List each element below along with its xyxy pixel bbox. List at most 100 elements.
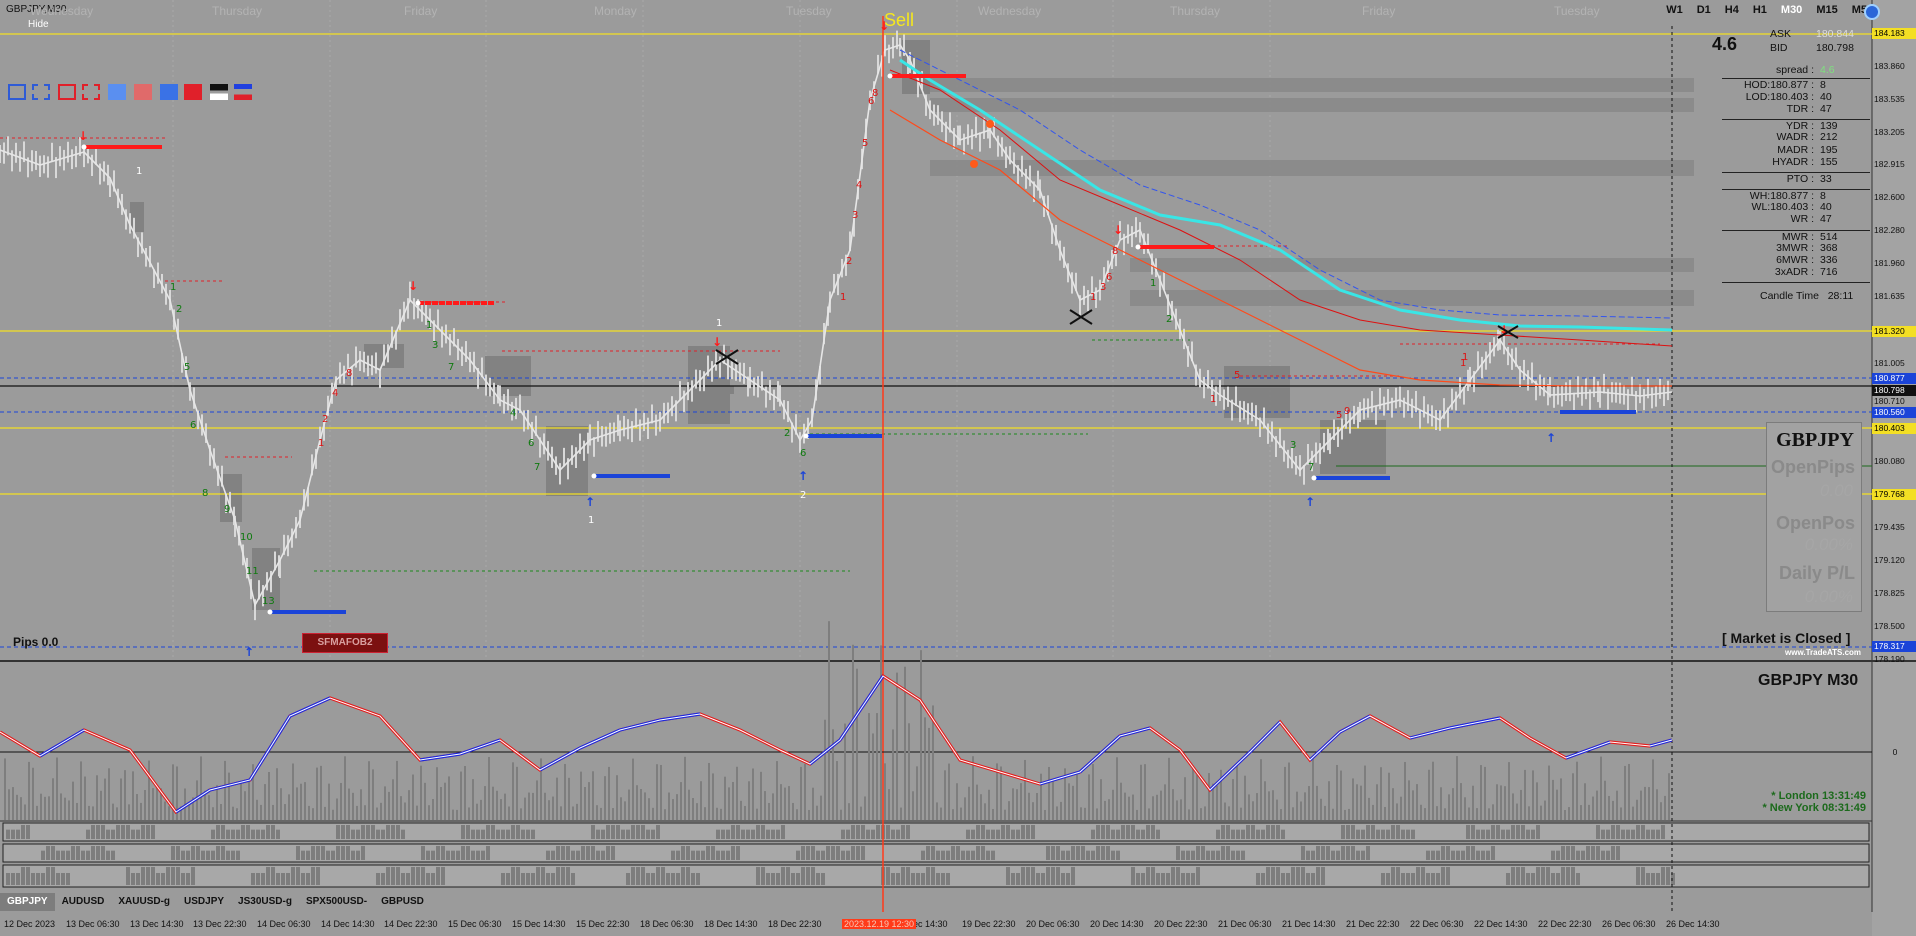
strip-bar xyxy=(1556,873,1560,885)
palette-swatch-blue[interactable] xyxy=(160,84,178,100)
volume-bar xyxy=(840,809,842,820)
volume-bar xyxy=(424,782,426,820)
strip-bar xyxy=(1251,825,1255,839)
strip-bar xyxy=(371,825,375,839)
palette-swatch-red-outline[interactable] xyxy=(58,84,76,100)
palette-swatch-light-blue[interactable] xyxy=(108,84,126,100)
volume-bar xyxy=(1644,786,1646,820)
tf-h1[interactable]: H1 xyxy=(1746,2,1774,20)
strip-bar xyxy=(1136,873,1140,885)
tf-d1[interactable]: D1 xyxy=(1690,2,1718,20)
strip-bar xyxy=(861,846,865,860)
strip-bar xyxy=(1091,829,1095,839)
volume-bar xyxy=(628,789,630,820)
strip-bar xyxy=(266,867,270,885)
strip-bar xyxy=(1341,825,1345,839)
palette-swatch-black-white[interactable] xyxy=(210,84,228,100)
strip-bar xyxy=(1571,846,1575,860)
strip-bar xyxy=(521,873,525,885)
tf-h4[interactable]: H4 xyxy=(1718,2,1746,20)
volume-bar xyxy=(1588,804,1590,820)
svg-text:↑: ↑ xyxy=(1546,431,1556,445)
count-label: 4 xyxy=(856,180,862,191)
price-axis-label: 178.500 xyxy=(1874,621,1905,631)
volume-bar xyxy=(1208,773,1210,820)
strip-bar xyxy=(1241,829,1245,839)
palette-swatch-red[interactable] xyxy=(184,84,202,100)
strip-bar xyxy=(776,873,780,885)
volume-bar xyxy=(924,717,926,820)
strip-bar xyxy=(681,867,685,885)
strip-bar xyxy=(236,829,240,839)
strip-bar xyxy=(221,825,225,839)
strip-bar xyxy=(1511,867,1515,885)
strip-bar xyxy=(566,867,570,885)
strip-bar xyxy=(1551,850,1555,860)
volume-bar xyxy=(1000,766,1002,820)
strip-bar xyxy=(1041,873,1045,885)
count-label: 8 xyxy=(202,488,208,499)
strip-bar xyxy=(216,846,220,860)
settings-icon[interactable] xyxy=(1864,4,1880,20)
volume-bar xyxy=(1500,785,1502,820)
volume-bar xyxy=(348,788,350,820)
volume-bar xyxy=(456,809,458,820)
tf-w1[interactable]: W1 xyxy=(1659,2,1690,20)
strip-bar xyxy=(856,825,860,839)
symbol-tab-xauusd[interactable]: XAUUSD-g xyxy=(111,893,177,911)
symbol-tab-spx500usd[interactable]: SPX500USD- xyxy=(299,893,374,911)
volume-bar xyxy=(772,793,774,820)
strip-bar xyxy=(851,846,855,860)
count-label: 1 xyxy=(1210,394,1216,405)
price-axis-label: 182.915 xyxy=(1874,159,1905,169)
tf-m15[interactable]: M15 xyxy=(1809,2,1844,20)
palette-swatch-light-red[interactable] xyxy=(134,84,152,100)
volume-bar xyxy=(780,784,782,820)
strip-bar xyxy=(1151,825,1155,839)
volume-bar xyxy=(1480,765,1482,820)
strip-bar xyxy=(961,850,965,860)
tf-m30[interactable]: M30 xyxy=(1774,2,1809,20)
price-axis-label: 178.825 xyxy=(1874,588,1905,598)
strip-bar xyxy=(386,825,390,839)
count-label: 6 xyxy=(190,420,196,431)
volume-bar xyxy=(740,800,742,820)
strip-bar xyxy=(1281,873,1285,885)
symbol-tab-usdjpy[interactable]: USDJPY xyxy=(177,893,231,911)
chart-window[interactable]: ↓ ↓ ↓ ↓ ↓ ↓ ↑ ↑ ↑ ↑ ↑ 125689101113124813… xyxy=(0,0,1916,936)
volume-bar xyxy=(1028,792,1030,820)
palette-swatch-blue-outline[interactable] xyxy=(8,84,26,100)
symbol-tab-audusd[interactable]: AUDUSD xyxy=(55,893,112,911)
strip-bar xyxy=(1071,846,1075,860)
strip-bar xyxy=(676,850,680,860)
strip-bar xyxy=(916,873,920,885)
open-pips-label: OpenPips xyxy=(1770,457,1855,477)
hide-button[interactable]: Hide xyxy=(22,18,55,31)
time-axis-label: 20 Dec 22:30 xyxy=(1154,919,1208,929)
volume-bar xyxy=(76,802,78,820)
symbol-tab-gbpjpy[interactable]: GBPJPY xyxy=(0,893,55,911)
strip-bar xyxy=(1561,846,1565,860)
symbol-tab-gbpusd[interactable]: GBPUSD xyxy=(374,893,431,911)
strip-bar xyxy=(781,825,785,839)
strip-bar xyxy=(576,850,580,860)
volume-bar xyxy=(948,763,950,820)
strip-bar xyxy=(551,850,555,860)
palette-swatch-blue-dashed[interactable] xyxy=(32,84,50,100)
strip-bar xyxy=(1586,846,1590,860)
symbol-tab-js30usd[interactable]: JS30USD-g xyxy=(231,893,299,911)
palette-swatch-red-dashed[interactable] xyxy=(82,84,100,100)
strip-bar xyxy=(1606,829,1610,839)
volume-bar xyxy=(104,778,106,820)
price-chart[interactable]: ↓ ↓ ↓ ↓ ↓ ↓ ↑ ↑ ↑ ↑ ↑ 125689101113124813… xyxy=(0,0,1916,936)
palette-swatch-blue-red[interactable] xyxy=(234,84,252,100)
strip-bar xyxy=(1496,825,1500,839)
strip-bar xyxy=(1491,846,1495,860)
strip-bar xyxy=(971,850,975,860)
promo-badge[interactable]: SFMAFOB2 xyxy=(302,633,388,653)
volume-bar xyxy=(360,789,362,820)
strip-bar xyxy=(311,846,315,860)
volume-bar xyxy=(944,770,946,820)
strip-bar xyxy=(736,825,740,839)
strip-bar xyxy=(471,850,475,860)
